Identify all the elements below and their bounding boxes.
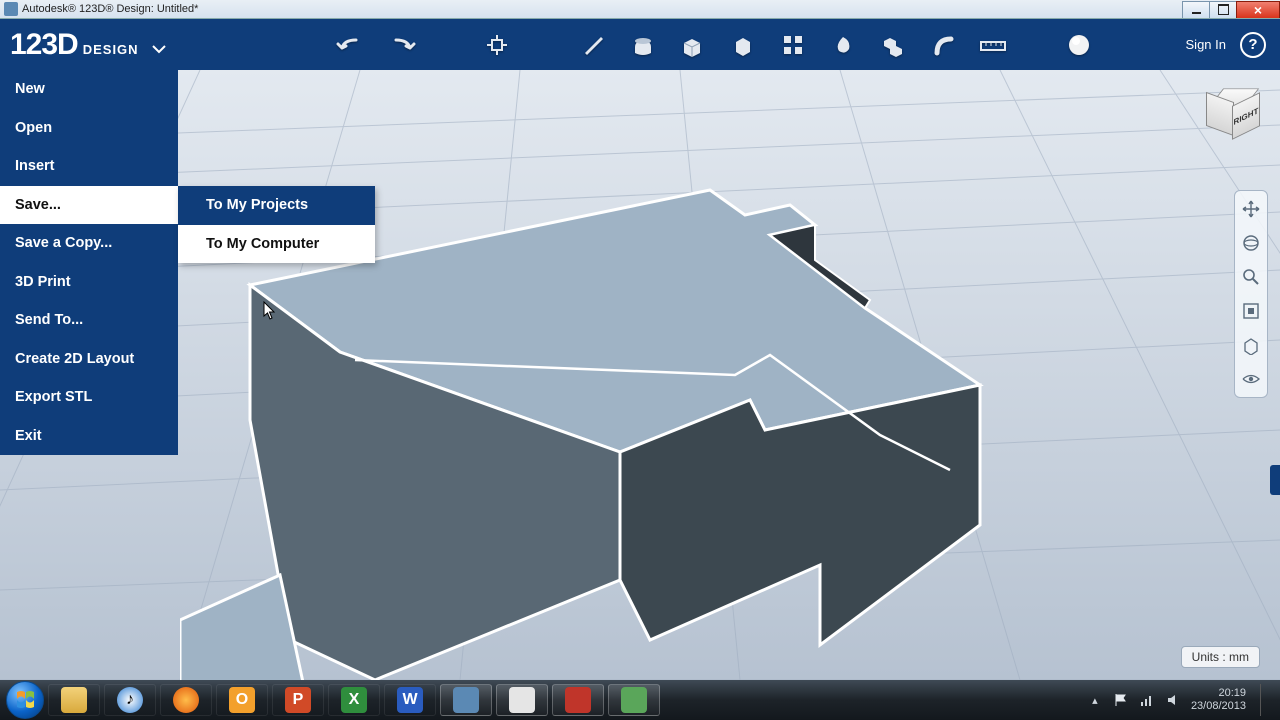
app-main-menu: New Open Insert Save... Save a Copy... 3… — [0, 70, 178, 455]
brand-123d: 123D — [10, 28, 78, 62]
primitives-tool-button[interactable] — [678, 30, 708, 60]
zoom-button[interactable] — [1239, 265, 1263, 289]
menu-exit[interactable]: Exit — [0, 417, 178, 456]
fit-button[interactable] — [1239, 299, 1263, 323]
visibility-button[interactable] — [1239, 367, 1263, 391]
window-maximize-button[interactable] — [1209, 1, 1237, 18]
taskbar-word[interactable]: W — [384, 684, 436, 716]
look-button[interactable] — [1239, 333, 1263, 357]
taskbar-app3[interactable] — [608, 684, 660, 716]
taskbar-itunes[interactable]: ♪ — [104, 684, 156, 716]
windows-taskbar: ♪ O P X W ▴ 20:19 23/08/2013 — [0, 680, 1280, 720]
menu-export-stl[interactable]: Export STL — [0, 378, 178, 417]
undo-button[interactable] — [336, 30, 366, 60]
navigation-bar — [1234, 190, 1268, 398]
window-minimize-button[interactable] — [1182, 1, 1210, 18]
box-tool-button[interactable] — [728, 30, 758, 60]
units-badge[interactable]: Units : mm — [1181, 646, 1260, 668]
tray-flag-icon[interactable] — [1113, 692, 1129, 708]
revolve-tool-button[interactable] — [828, 30, 858, 60]
combine-tool-button[interactable] — [878, 30, 908, 60]
submenu-to-my-computer[interactable]: To My Computer — [178, 225, 375, 264]
tray-chevron-icon[interactable]: ▴ — [1087, 692, 1103, 708]
sketch-tool-button[interactable] — [578, 30, 608, 60]
taskbar-clock[interactable]: 20:19 23/08/2013 — [1191, 687, 1246, 712]
window-title: Autodesk® 123D® Design: Untitled* — [22, 3, 198, 15]
menu-3d-print[interactable]: 3D Print — [0, 263, 178, 302]
system-tray: ▴ 20:19 23/08/2013 — [1087, 684, 1274, 716]
brand-design: DESIGN — [83, 42, 139, 57]
taskbar-sketchup[interactable] — [552, 684, 604, 716]
save-submenu: To My Projects To My Computer — [178, 186, 375, 263]
menu-send-to[interactable]: Send To... — [0, 301, 178, 340]
material-sphere-button[interactable] — [1064, 30, 1094, 60]
fillet-tool-button[interactable] — [928, 30, 958, 60]
tray-speaker-icon[interactable] — [1165, 692, 1181, 708]
window-close-button[interactable] — [1236, 1, 1280, 18]
menu-save-copy[interactable]: Save a Copy... — [0, 224, 178, 263]
menu-create-2d-layout[interactable]: Create 2D Layout — [0, 340, 178, 379]
orbit-button[interactable] — [1239, 231, 1263, 255]
mouse-cursor-icon — [263, 301, 277, 326]
pan-button[interactable] — [1239, 197, 1263, 221]
show-desktop-button[interactable] — [1260, 684, 1268, 716]
side-panel-tab[interactable] — [1270, 465, 1280, 495]
menu-save[interactable]: Save... — [0, 186, 178, 225]
transform-tool-button[interactable] — [482, 30, 512, 60]
taskbar-powerpoint[interactable]: P — [272, 684, 324, 716]
taskbar-explorer[interactable] — [48, 684, 100, 716]
app-menu-button[interactable]: 123D DESIGN — [0, 28, 166, 62]
start-button[interactable] — [6, 681, 44, 719]
extrude-tool-button[interactable] — [628, 30, 658, 60]
menu-insert[interactable]: Insert — [0, 147, 178, 186]
signin-link[interactable]: Sign In — [1186, 37, 1226, 52]
tray-network-icon[interactable] — [1139, 692, 1155, 708]
measure-tool-button[interactable] — [978, 30, 1008, 60]
viewcube[interactable]: RIGHT — [1206, 84, 1262, 140]
app-toolbar: 123D DESIGN Sign In ? — [0, 19, 1280, 70]
redo-button[interactable] — [386, 30, 416, 60]
taskbar-firefox[interactable] — [160, 684, 212, 716]
window-titlebar: Autodesk® 123D® Design: Untitled* — [0, 0, 1280, 19]
pattern-tool-button[interactable] — [778, 30, 808, 60]
chevron-down-icon — [152, 41, 166, 59]
taskbar-excel[interactable]: X — [328, 684, 380, 716]
taskbar-outlook[interactable]: O — [216, 684, 268, 716]
taskbar-app2[interactable] — [496, 684, 548, 716]
help-button[interactable]: ? — [1240, 32, 1266, 58]
menu-new[interactable]: New — [0, 70, 178, 109]
taskbar-123d[interactable] — [440, 684, 492, 716]
submenu-to-my-projects[interactable]: To My Projects — [178, 186, 375, 225]
viewport-3d[interactable]: RIGHT Units : mm — [0, 70, 1280, 680]
menu-open[interactable]: Open — [0, 109, 178, 148]
app-icon — [4, 2, 18, 16]
